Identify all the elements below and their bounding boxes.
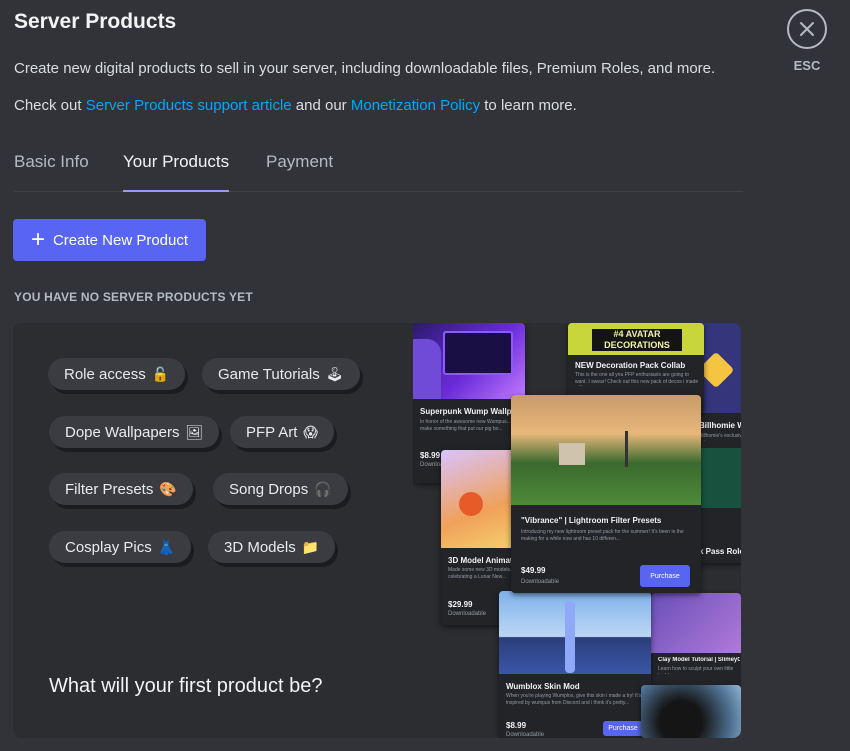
chip-dope-wallpapers: Dope Wallpapers 🖼 <box>49 416 220 448</box>
palette-icon: 🎨 <box>159 480 177 497</box>
card-price: $49.99 <box>521 566 546 575</box>
create-new-product-label: Create New Product <box>52 231 189 249</box>
wumblox-thumbnail <box>499 591 651 674</box>
card-price: $8.99 <box>506 721 527 730</box>
card-text: Learn how to sculpt your own little budd… <box>658 666 734 674</box>
page-description: Create new digital products to sell in y… <box>14 60 716 77</box>
close-control[interactable]: ESC <box>787 9 827 73</box>
unlock-icon: 🔓 <box>151 365 170 382</box>
chip-song-drops: Song Drops 🎧 <box>213 473 348 505</box>
help-suffix: to learn more. <box>480 97 577 114</box>
billhomie-art <box>699 448 741 508</box>
chip-cosplay-pics: Cosplay Pics 👗 <box>49 531 192 563</box>
support-article-link[interactable]: Server Products support article <box>86 97 292 114</box>
chip-label: Role access <box>64 365 146 383</box>
dress-icon: 👗 <box>157 538 176 555</box>
card-text: Introducing my new lightroom preset pack… <box>521 529 684 542</box>
help-prefix: Check out <box>14 97 86 114</box>
help-middle: and our <box>291 97 351 114</box>
decoration-banner-text: #4 AVATAR DECORATIONS <box>592 329 682 351</box>
card-title: Wumblox Skin Mod <box>506 682 580 691</box>
close-icon <box>800 22 814 36</box>
card-title: k Pass Role <box>699 547 741 556</box>
card-text: Billhomie's exclusive art <box>699 433 741 441</box>
chip-label: Dope Wallpapers <box>65 423 180 441</box>
esc-label: ESC <box>793 58 821 73</box>
card-price: $8.99 <box>420 451 441 460</box>
clay-thumbnail <box>651 593 741 653</box>
empty-state-panel: Role access 🔓 Game Tutorials 🕹 Dope Wallpa… <box>13 323 741 738</box>
decoration-banner: #4 AVATAR DECORATIONS <box>568 323 704 355</box>
product-preview-collage: Superpunk Wump Wallpaper In honor of the… <box>413 323 741 738</box>
chip-label: PFP Art <box>246 423 298 441</box>
tab-payment[interactable]: Payment <box>266 152 333 190</box>
chip-label: Cosplay Pics <box>65 538 152 556</box>
wallpaper-thumbnail <box>413 323 525 399</box>
chip-label: Filter Presets <box>65 480 154 498</box>
chip-filter-presets: Filter Presets 🎨 <box>49 473 193 505</box>
tab-your-products[interactable]: Your Products <box>123 152 230 192</box>
card-title: Superpunk Wump Wallpaper <box>420 407 520 416</box>
card-title: "Vibrance" | Lightroom Filter Presets <box>521 516 662 525</box>
page-title: Server Products <box>14 10 177 33</box>
purchase-button[interactable]: Purchase <box>640 565 690 587</box>
chip-3d-models: 3D Models 📁 <box>208 531 336 563</box>
card-text: This is the one all you PFP enthusiasts … <box>575 372 699 386</box>
card-title: Clay Model Tutorial | SlimeyCreate <box>658 657 740 663</box>
headphones-icon: 🎧 <box>314 480 332 497</box>
help-line: Check out Server Products support articl… <box>14 97 577 114</box>
card-title: Billhomie Wa <box>699 421 741 430</box>
chip-label: 3D Models <box>224 538 296 556</box>
scream-face-icon: 😱 <box>303 423 319 440</box>
card-price: $29.99 <box>448 600 473 609</box>
chip-pfp-art: PFP Art 😱 <box>230 416 335 448</box>
card-text: In honor of the awesome new Wumpus... ma… <box>420 419 511 432</box>
purchase-button[interactable]: Purchase <box>603 721 643 736</box>
card-text: When you're playing Wumplox, give this s… <box>506 693 642 706</box>
chip-label: Game Tutorials <box>218 365 320 383</box>
close-button[interactable] <box>787 9 827 49</box>
chip-role-access: Role access 🔓 <box>48 358 186 390</box>
folder-icon: 📁 <box>301 538 320 555</box>
preview-card-wumblox: Wumblox Skin Mod When you're playing Wum… <box>499 591 651 738</box>
first-product-prompt: What will your first product be? <box>49 675 323 697</box>
empty-state-label: YOU HAVE NO SERVER PRODUCTS YET <box>14 290 253 304</box>
preview-card-photo <box>641 685 741 738</box>
vibrance-thumbnail <box>511 395 701 505</box>
monetization-policy-link[interactable]: Monetization Policy <box>351 97 480 114</box>
tab-bar: Basic Info Your Products Payment <box>14 152 743 192</box>
tab-basic-info[interactable]: Basic Info <box>14 152 89 190</box>
chip-game-tutorials: Game Tutorials 🕹 <box>202 358 360 390</box>
framed-picture-icon: 🖼 <box>185 423 204 440</box>
card-download: Downloadable <box>448 611 487 617</box>
preview-card-vibrance: "Vibrance" | Lightroom Filter Presets In… <box>511 395 701 593</box>
chip-label: Song Drops <box>229 480 309 498</box>
card-download: Downloadable <box>521 579 560 585</box>
photo-thumbnail <box>641 685 741 738</box>
plus-icon: + <box>30 226 45 253</box>
card-download: Downloadable <box>506 732 545 738</box>
card-title: NEW Decoration Pack Collab <box>575 361 686 370</box>
joystick-icon: 🕹 <box>325 365 344 382</box>
create-new-product-button[interactable]: + Create New Product <box>13 219 206 261</box>
